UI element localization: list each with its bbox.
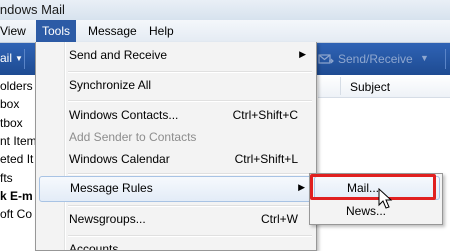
message-list-header: Subject <box>318 75 450 98</box>
chevron-down-icon[interactable]: ▼ <box>420 53 429 63</box>
submenu-item-news[interactable]: News... <box>314 200 438 222</box>
menu-item-label: Windows Calendar <box>69 152 170 166</box>
menu-separator <box>68 235 312 237</box>
menu-item-label: Send and Receive <box>69 48 168 62</box>
shortcut-label: Ctrl+W <box>261 212 298 226</box>
shortcut-label: Ctrl+Shift+C <box>232 108 298 122</box>
menu-item-newsgroups[interactable]: Newsgroups... Ctrl+W <box>36 208 316 230</box>
shortcut-label: Ctrl+Shift+L <box>234 152 298 166</box>
column-divider[interactable] <box>340 77 341 95</box>
folder-item[interactable]: nt Item <box>0 134 37 148</box>
folder-pane: olders box tbox nt Item eted It fts k E-… <box>0 75 39 250</box>
folder-item[interactable]: box <box>0 97 19 111</box>
send-receive-label: Send/Receive <box>338 52 413 66</box>
send-receive-icon <box>318 54 334 64</box>
send-receive-button[interactable]: Send/Receive <box>318 52 413 66</box>
create-mail-button[interactable]: ail <box>0 51 12 65</box>
menu-item-send-and-receive[interactable]: Send and Receive ▶ <box>36 44 316 66</box>
window-title: indows Mail <box>0 2 65 17</box>
highlight-annotation <box>310 174 436 200</box>
tools-menu: Send and Receive ▶ Synchronize All Windo… <box>35 42 317 251</box>
menu-help[interactable]: Help <box>143 23 180 39</box>
folder-item[interactable]: olders <box>0 79 33 93</box>
menu-item-label: Newsgroups... <box>69 212 146 226</box>
folder-item[interactable]: tbox <box>0 116 23 130</box>
toolbar-separator <box>445 49 446 69</box>
menu-separator <box>68 205 312 207</box>
menu-item-synchronize-all[interactable]: Synchronize All <box>36 74 316 96</box>
menu-item-accounts[interactable]: Accounts <box>36 238 316 250</box>
menu-item-message-rules[interactable]: Message Rules ▶ <box>39 176 313 202</box>
menu-message[interactable]: Message <box>82 23 143 39</box>
menu-item-windows-calendar[interactable]: Windows Calendar Ctrl+Shift+L <box>36 148 316 170</box>
folder-item[interactable]: k E-m <box>0 189 33 203</box>
menu-item-label: Add Sender to Contacts <box>69 130 197 144</box>
menu-view[interactable]: View <box>0 23 32 39</box>
menu-bar: View Tools Message Help <box>0 20 450 43</box>
submenu-arrow-icon: ▶ <box>298 182 305 192</box>
menu-separator <box>68 100 312 102</box>
menu-item-label: Windows Contacts... <box>69 108 179 122</box>
menu-item-add-sender-to-contacts[interactable]: Add Sender to Contacts <box>36 126 316 148</box>
menu-separator <box>68 71 312 73</box>
submenu-arrow-icon: ▶ <box>299 49 306 59</box>
mouse-cursor-icon <box>378 188 393 209</box>
menu-separator <box>68 173 312 175</box>
menu-item-label: Message Rules <box>70 181 153 195</box>
menu-item-label: Synchronize All <box>69 78 152 92</box>
folder-item[interactable]: eted It <box>0 152 33 166</box>
folder-item[interactable]: fts <box>0 171 13 185</box>
subject-column-header[interactable]: Subject <box>350 80 390 94</box>
menu-tools[interactable]: Tools <box>36 20 77 42</box>
chevron-down-icon[interactable]: ▼ <box>15 54 23 63</box>
folder-item[interactable]: oft Co <box>0 207 32 221</box>
toolbar-separator <box>24 49 25 69</box>
title-bar: indows Mail <box>0 0 450 20</box>
menu-item-windows-contacts[interactable]: Windows Contacts... Ctrl+Shift+C <box>36 104 316 126</box>
